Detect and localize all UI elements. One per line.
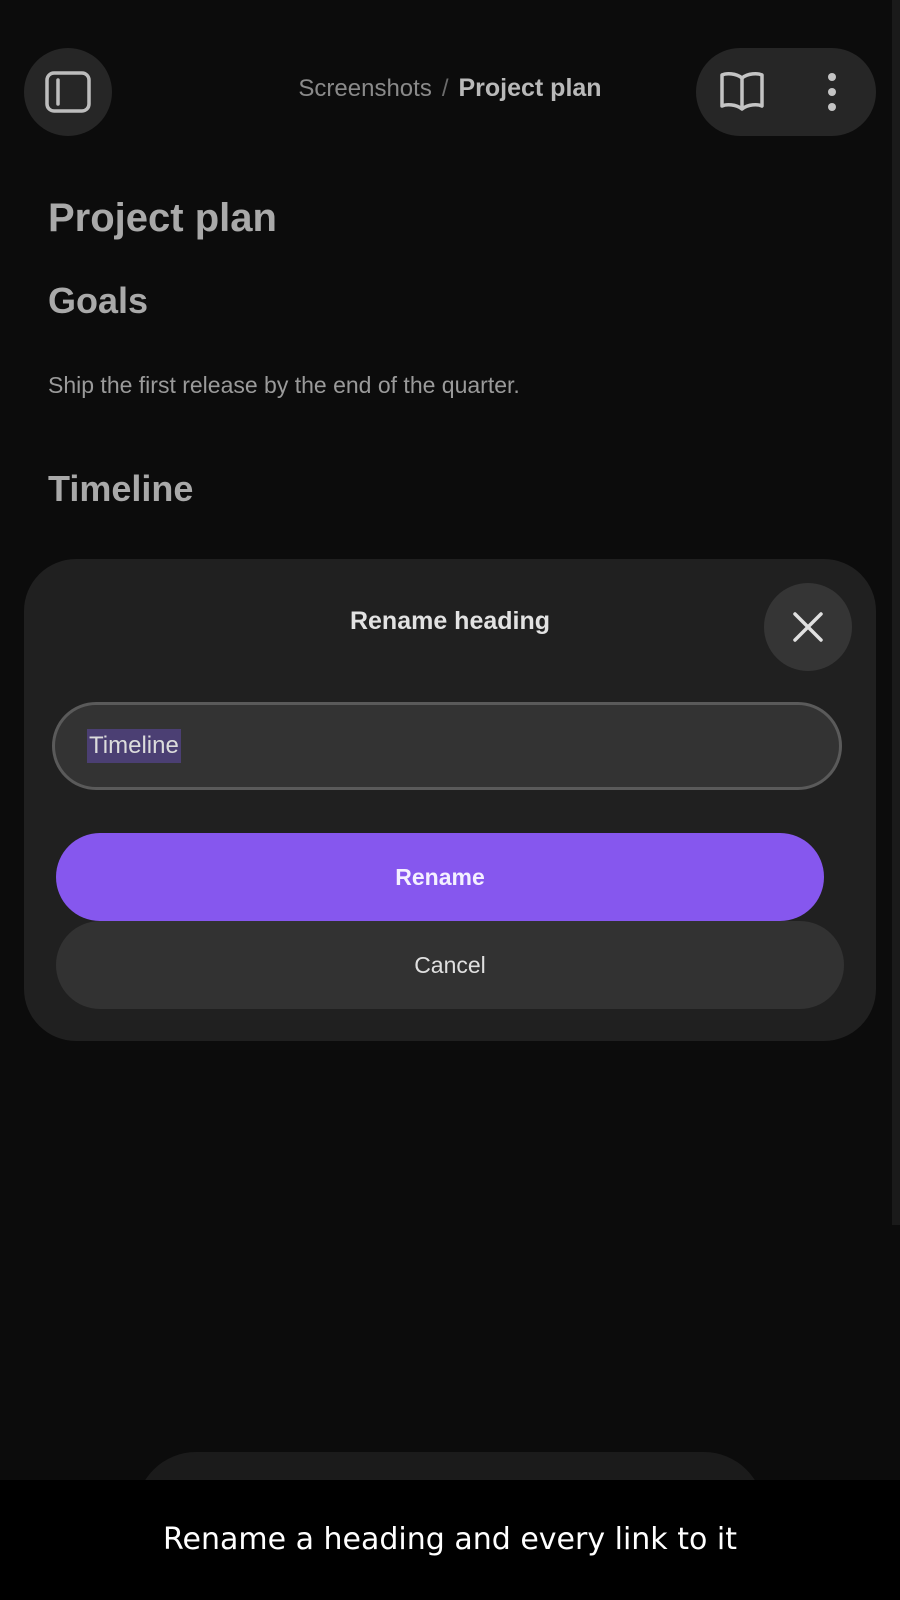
- rename-button-label: Rename: [395, 863, 485, 890]
- breadcrumb-separator: /: [441, 75, 449, 102]
- rename-button[interactable]: Rename: [56, 833, 824, 921]
- section-heading: Timeline: [48, 468, 194, 509]
- breadcrumb-current[interactable]: Project plan: [458, 74, 601, 102]
- scrollbar[interactable]: [892, 0, 900, 1225]
- cancel-button[interactable]: Cancel: [56, 921, 844, 1009]
- reading-view-icon[interactable]: [716, 68, 768, 116]
- app-screen: Screenshots / Project plan Project plan Go…: [0, 0, 900, 1600]
- page-title: Project plan: [48, 196, 277, 240]
- cancel-button-label: Cancel: [414, 951, 486, 978]
- selected-input-text: Timeline: [87, 729, 181, 763]
- section-heading: Goals: [48, 280, 149, 321]
- top-bar: Screenshots / Project plan: [0, 0, 900, 180]
- header-actions: [696, 48, 876, 136]
- breadcrumb-parent[interactable]: Screenshots: [298, 75, 431, 102]
- heading-name-input[interactable]: Timeline: [52, 702, 842, 790]
- dialog-title: Rename heading: [349, 607, 551, 635]
- close-button[interactable]: [764, 583, 852, 671]
- more-options-icon[interactable]: [806, 68, 858, 116]
- caption-text: Rename a heading and every link to it: [163, 1522, 737, 1557]
- close-icon: [793, 612, 823, 642]
- section-paragraph: Ship the first release by the end of the…: [48, 372, 520, 398]
- rename-heading-dialog: Rename heading Timeline Rename Cancel: [24, 559, 876, 1041]
